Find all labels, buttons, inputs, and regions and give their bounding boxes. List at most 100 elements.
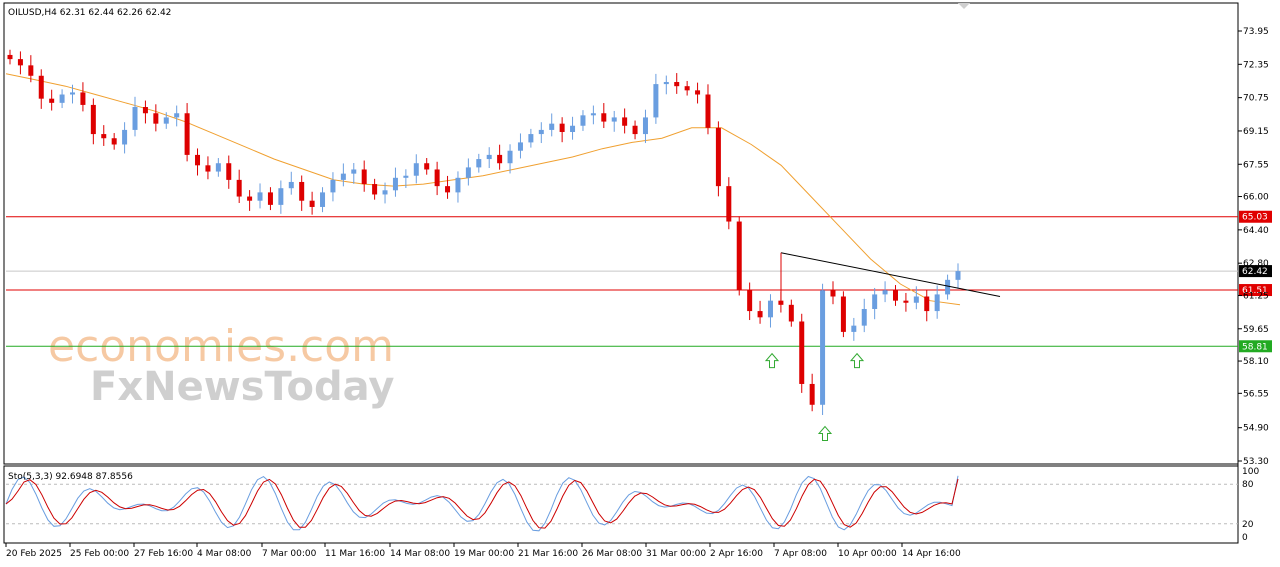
candle-body <box>195 154 201 166</box>
candle-body <box>663 82 669 85</box>
candle-body <box>820 290 826 405</box>
candle-body <box>215 163 221 172</box>
candle-body <box>736 221 742 291</box>
candle-body <box>757 311 763 318</box>
candle-body <box>351 169 357 174</box>
price-tick-label: 69.15 <box>1243 127 1269 137</box>
candle-body <box>267 192 273 205</box>
candle-body <box>715 127 721 187</box>
candle-body <box>330 179 336 193</box>
candle-body <box>90 104 96 135</box>
candle-body <box>205 165 211 172</box>
level-tag-label: 65.03 <box>1242 213 1268 223</box>
candle-body <box>726 186 732 222</box>
candle-body <box>361 169 367 185</box>
candle-body <box>570 125 576 132</box>
time-axis: 20 Feb 2025 25 Feb 00:00 27 Feb 16:00 4 Mar… <box>5 543 961 559</box>
candle-body <box>372 184 378 195</box>
time-tick-label: 25 Feb 00:00 <box>70 549 129 559</box>
stoch-tick-label: 100 <box>1242 467 1259 477</box>
time-tick-label: 2 Apr 16:00 <box>710 549 763 559</box>
price-tick-label: 64.40 <box>1243 226 1269 236</box>
candle-body <box>892 290 898 301</box>
candle-body <box>434 169 440 187</box>
time-tick-label: 27 Feb 16:00 <box>134 549 193 559</box>
candle-body <box>830 290 836 297</box>
candle-body <box>653 84 659 118</box>
price-tick-label: 73.95 <box>1243 27 1269 37</box>
stoch-tick-label: 20 <box>1242 520 1254 530</box>
price-tick-label: 53.30 <box>1243 457 1269 467</box>
candle-body <box>882 290 888 295</box>
candle-body <box>778 300 784 305</box>
candle-body <box>465 167 471 178</box>
time-tick-label: 26 Mar 08:00 <box>582 549 642 559</box>
candle-body <box>632 125 638 135</box>
price-axis: 73.95 72.35 70.75 69.15 67.55 66.00 64.40 62.80… <box>1238 27 1269 467</box>
candle-body <box>7 54 13 60</box>
candle-body <box>642 117 648 135</box>
price-tick-label: 66.00 <box>1243 193 1269 203</box>
candle-body <box>622 117 628 126</box>
candle-body <box>142 107 148 114</box>
time-tick-label: 14 Mar 08:00 <box>390 549 450 559</box>
price-tick-label: 67.55 <box>1243 160 1269 170</box>
candle-body <box>559 123 565 132</box>
trading-chart[interactable]: economies.com FxNewsToday 65.0362.4261.5… <box>0 0 1280 567</box>
candle-body <box>455 177 461 193</box>
time-tick-label: 31 Mar 00:00 <box>646 549 706 559</box>
time-tick-label: 19 Mar 00:00 <box>454 549 514 559</box>
price-tick-label: 56.55 <box>1243 389 1269 399</box>
candle-body <box>132 107 138 130</box>
time-tick-label: 7 Mar 00:00 <box>262 549 317 559</box>
candle-body <box>601 113 607 122</box>
candle-body <box>549 123 555 130</box>
stoch-tick-label: 0 <box>1242 533 1248 543</box>
candle-body <box>445 186 451 193</box>
candle-body <box>28 65 34 76</box>
candle-body <box>580 115 586 126</box>
time-tick-label: 7 Apr 08:00 <box>774 549 827 559</box>
candle-body <box>153 113 159 124</box>
candle-body <box>17 59 23 66</box>
candle-body <box>111 138 117 145</box>
candle-body <box>476 159 482 168</box>
candle-body <box>257 192 263 201</box>
candle-body <box>924 296 930 312</box>
candle-body <box>278 188 284 205</box>
candle-body <box>174 113 180 118</box>
candle-body <box>122 129 128 145</box>
time-tick-label: 20 Feb 2025 <box>6 549 62 559</box>
time-tick-label: 14 Apr 16:00 <box>902 549 961 559</box>
candle-body <box>528 134 534 143</box>
candle-body <box>340 173 346 180</box>
candle-body <box>934 294 940 312</box>
candle-body <box>903 300 909 303</box>
candle-body <box>413 163 419 176</box>
candle-body <box>705 94 711 128</box>
stochastic-label: Sto(5,3,3) 92.6948 87.8556 <box>8 472 133 482</box>
candle-body <box>955 271 961 280</box>
candle-body <box>799 321 805 384</box>
time-tick-label: 11 Mar 16:00 <box>325 549 385 559</box>
candle-body <box>309 200 315 207</box>
candle-body <box>226 163 232 180</box>
symbol-header: OILUSD,H4 62.31 62.44 62.26 62.42 <box>8 8 171 18</box>
candle-body <box>49 98 55 103</box>
candle-body <box>184 113 190 155</box>
candle-body <box>247 196 253 201</box>
candle-body <box>695 90 701 95</box>
candle-body <box>851 325 857 332</box>
candle-body <box>945 279 951 295</box>
candle-body <box>236 179 242 197</box>
watermark-fxnewstoday: FxNewsToday <box>90 364 394 410</box>
candle-body <box>403 175 409 178</box>
price-tick-label: 59.65 <box>1243 325 1269 335</box>
candle-body <box>872 294 878 309</box>
candle-body <box>590 113 596 116</box>
candle-body <box>299 181 305 201</box>
candle-body <box>788 304 794 322</box>
candle-body <box>38 75 44 99</box>
time-tick-label: 4 Mar 08:00 <box>197 549 252 559</box>
candle-body <box>517 142 523 151</box>
